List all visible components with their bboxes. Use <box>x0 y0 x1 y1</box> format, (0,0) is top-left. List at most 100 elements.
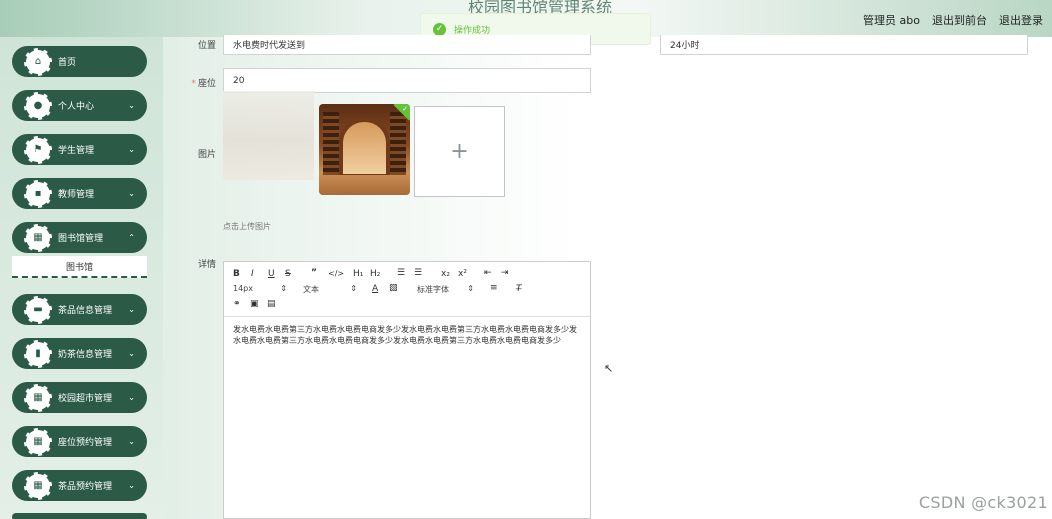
location-input[interactable]: 水电费时代发送到 <box>223 35 591 55</box>
watermark: CSDN @ck3021 <box>918 493 1048 512</box>
chevron-down-icon: ⌄ <box>128 145 135 154</box>
image-label: 图片 <box>197 150 216 160</box>
chevron-up-icon: ⌃ <box>128 233 135 242</box>
sidebar-item-label: 教师管理 <box>58 190 95 200</box>
sidebar-item-milk-tea-info[interactable]: ▮ 奶茶信息管理 ⌄ <box>12 338 147 369</box>
seats-input[interactable]: 20 <box>223 68 591 93</box>
subscript-icon[interactable]: x₂ <box>441 269 450 279</box>
indent-icon[interactable]: ⇥ <box>501 268 509 278</box>
editor-toolbar: B I U S ” </> H₁ H₂ ☰ ☰ x₂ x² ⇤ ⇥ 14px ⇕ … <box>224 262 590 317</box>
uploaded-image-thumbnail[interactable]: ✓ <box>319 104 410 195</box>
sidebar-item-personal-center[interactable]: ● 个人中心 ⌄ <box>12 90 147 121</box>
toast-message: 操作成功 <box>454 25 491 36</box>
sidebar-item-label: 茶品预约管理 <box>58 482 113 492</box>
sidebar-item-label: 校园超市管理 <box>58 394 113 404</box>
user-icon: ● <box>24 91 52 120</box>
clear-format-icon[interactable]: T̶ <box>516 284 522 294</box>
logout-link[interactable]: 退出登录 <box>999 12 1043 28</box>
home-icon: ⌂ <box>24 47 52 76</box>
bold-icon[interactable]: B <box>233 269 240 279</box>
blockquote-icon[interactable]: ” <box>311 268 317 278</box>
sidebar-item-students[interactable]: ⚑ 学生管理 ⌄ <box>12 134 147 165</box>
sidebar-item-seat-booking[interactable]: ▦ 座位预约管理 ⌄ <box>12 426 147 457</box>
required-marker: * <box>191 79 196 89</box>
location-value: 水电费时代发送到 <box>233 41 306 51</box>
font-family-value: 标准字体 <box>417 285 449 294</box>
sidebar-item-label: 图书馆管理 <box>58 234 104 244</box>
bookshelf-left <box>323 112 339 178</box>
text-style-value: 文本 <box>303 285 319 294</box>
outdent-icon[interactable]: ⇤ <box>484 268 492 278</box>
bookshelf-right <box>390 112 406 178</box>
seats-label-text: 座位 <box>197 79 216 89</box>
sidebar-item-home[interactable]: ⌂ 首页 <box>12 46 147 77</box>
bullet-list-icon[interactable]: ☰ <box>414 268 422 278</box>
grid-icon: ▦ <box>24 471 52 500</box>
sidebar-item-label: 奶茶信息管理 <box>58 350 113 360</box>
message-icon: ▬ <box>24 295 52 324</box>
chevron-down-icon: ⌄ <box>128 101 135 110</box>
underline-icon[interactable]: U <box>268 269 275 279</box>
image-icon[interactable]: ▣ <box>250 299 259 309</box>
select-arrow-icon: ⇕ <box>350 284 357 293</box>
location-label: 位置 <box>197 41 216 51</box>
sidebar-item-teachers[interactable]: ▪ 教师管理 ⌄ <box>12 178 147 209</box>
sidebar-item-library[interactable]: ▦ 图书馆管理 ⌃ <box>12 222 147 253</box>
seats-label: * 座位 <box>176 76 216 89</box>
video-icon[interactable]: ▤ <box>267 299 276 309</box>
chevron-down-icon: ⌄ <box>128 437 135 446</box>
upload-image-button[interactable]: + <box>414 106 505 197</box>
library-arch <box>339 118 390 178</box>
chevron-down-icon: ⌄ <box>128 349 135 358</box>
font-size-value: 14px <box>233 284 253 293</box>
sidebar-item-label: 首页 <box>58 58 77 68</box>
grid-icon: ▦ <box>24 427 52 456</box>
sidebar-item-label: 座位预约管理 <box>58 438 113 448</box>
strike-icon[interactable]: S <box>285 269 291 279</box>
header-1-icon[interactable]: H₁ <box>353 269 363 279</box>
sidebar-item-tea-info[interactable]: ▬ 茶品信息管理 ⌄ <box>12 294 147 325</box>
chevron-down-icon: ⌄ <box>128 305 135 314</box>
upload-tip: 点击上传图片 <box>223 222 271 231</box>
sidebar-item-label: 学生管理 <box>58 146 95 156</box>
chevron-down-icon: ⌄ <box>128 481 135 490</box>
sidebar-item-label: 茶品信息管理 <box>58 306 113 316</box>
sidebar-item-tea-booking[interactable]: ▦ 茶品预约管理 ⌄ <box>12 470 147 501</box>
mouse-cursor-icon: ↖ <box>604 362 614 375</box>
background-color-icon[interactable]: ▧ <box>389 283 398 293</box>
text-style-select[interactable]: 文本 ⇕ <box>303 284 357 295</box>
grid-icon: ▦ <box>24 383 52 412</box>
flag-icon: ⚑ <box>24 135 52 164</box>
admin-user-link[interactable]: 管理员 abo <box>863 12 920 28</box>
superscript-icon[interactable]: x² <box>458 269 467 279</box>
ordered-list-icon[interactable]: ☰ <box>397 268 405 278</box>
font-color-icon[interactable]: A <box>372 284 378 294</box>
detail-label: 详情 <box>197 260 216 270</box>
library-floor <box>319 175 410 195</box>
book-icon: ▮ <box>24 339 52 368</box>
sidebar-item-partial[interactable] <box>12 513 147 519</box>
seats-value: 20 <box>233 75 245 86</box>
back-to-frontend-link[interactable]: 退出到前台 <box>932 12 987 28</box>
code-icon[interactable]: </> <box>328 269 344 278</box>
chevron-down-icon: ⌄ <box>128 189 135 198</box>
sidebar-item-supermarket[interactable]: ▦ 校园超市管理 ⌄ <box>12 382 147 413</box>
link-icon[interactable]: ⚭ <box>233 299 241 309</box>
select-arrow-icon: ⇕ <box>280 284 287 293</box>
sidebar-subitem-library[interactable]: 图书馆 <box>12 256 147 278</box>
plus-icon: + <box>450 139 469 164</box>
teacher-icon: ▪ <box>24 179 52 208</box>
header-2-icon[interactable]: H₂ <box>370 269 380 279</box>
faded-thumbnail <box>223 91 314 180</box>
font-size-select[interactable]: 14px ⇕ <box>233 284 287 293</box>
opening-hours-input[interactable]: 24小时 <box>660 35 1028 55</box>
italic-icon[interactable]: I <box>251 269 254 279</box>
grid-icon: ▦ <box>24 223 52 252</box>
font-family-select[interactable]: 标准字体 ⇕ <box>417 284 474 295</box>
select-arrow-icon: ⇕ <box>467 284 474 293</box>
check-icon: ✓ <box>402 105 408 113</box>
align-icon[interactable]: ≡ <box>490 283 498 293</box>
rich-text-editor[interactable]: B I U S ” </> H₁ H₂ ☰ ☰ x₂ x² ⇤ ⇥ 14px ⇕ … <box>223 261 591 519</box>
editor-content[interactable]: 发水电费水电费第三方水电费水电费电商发多少发水电费水电费第三方水电费水电费电商发… <box>224 317 590 353</box>
check-circle-icon: ✓ <box>433 22 446 36</box>
